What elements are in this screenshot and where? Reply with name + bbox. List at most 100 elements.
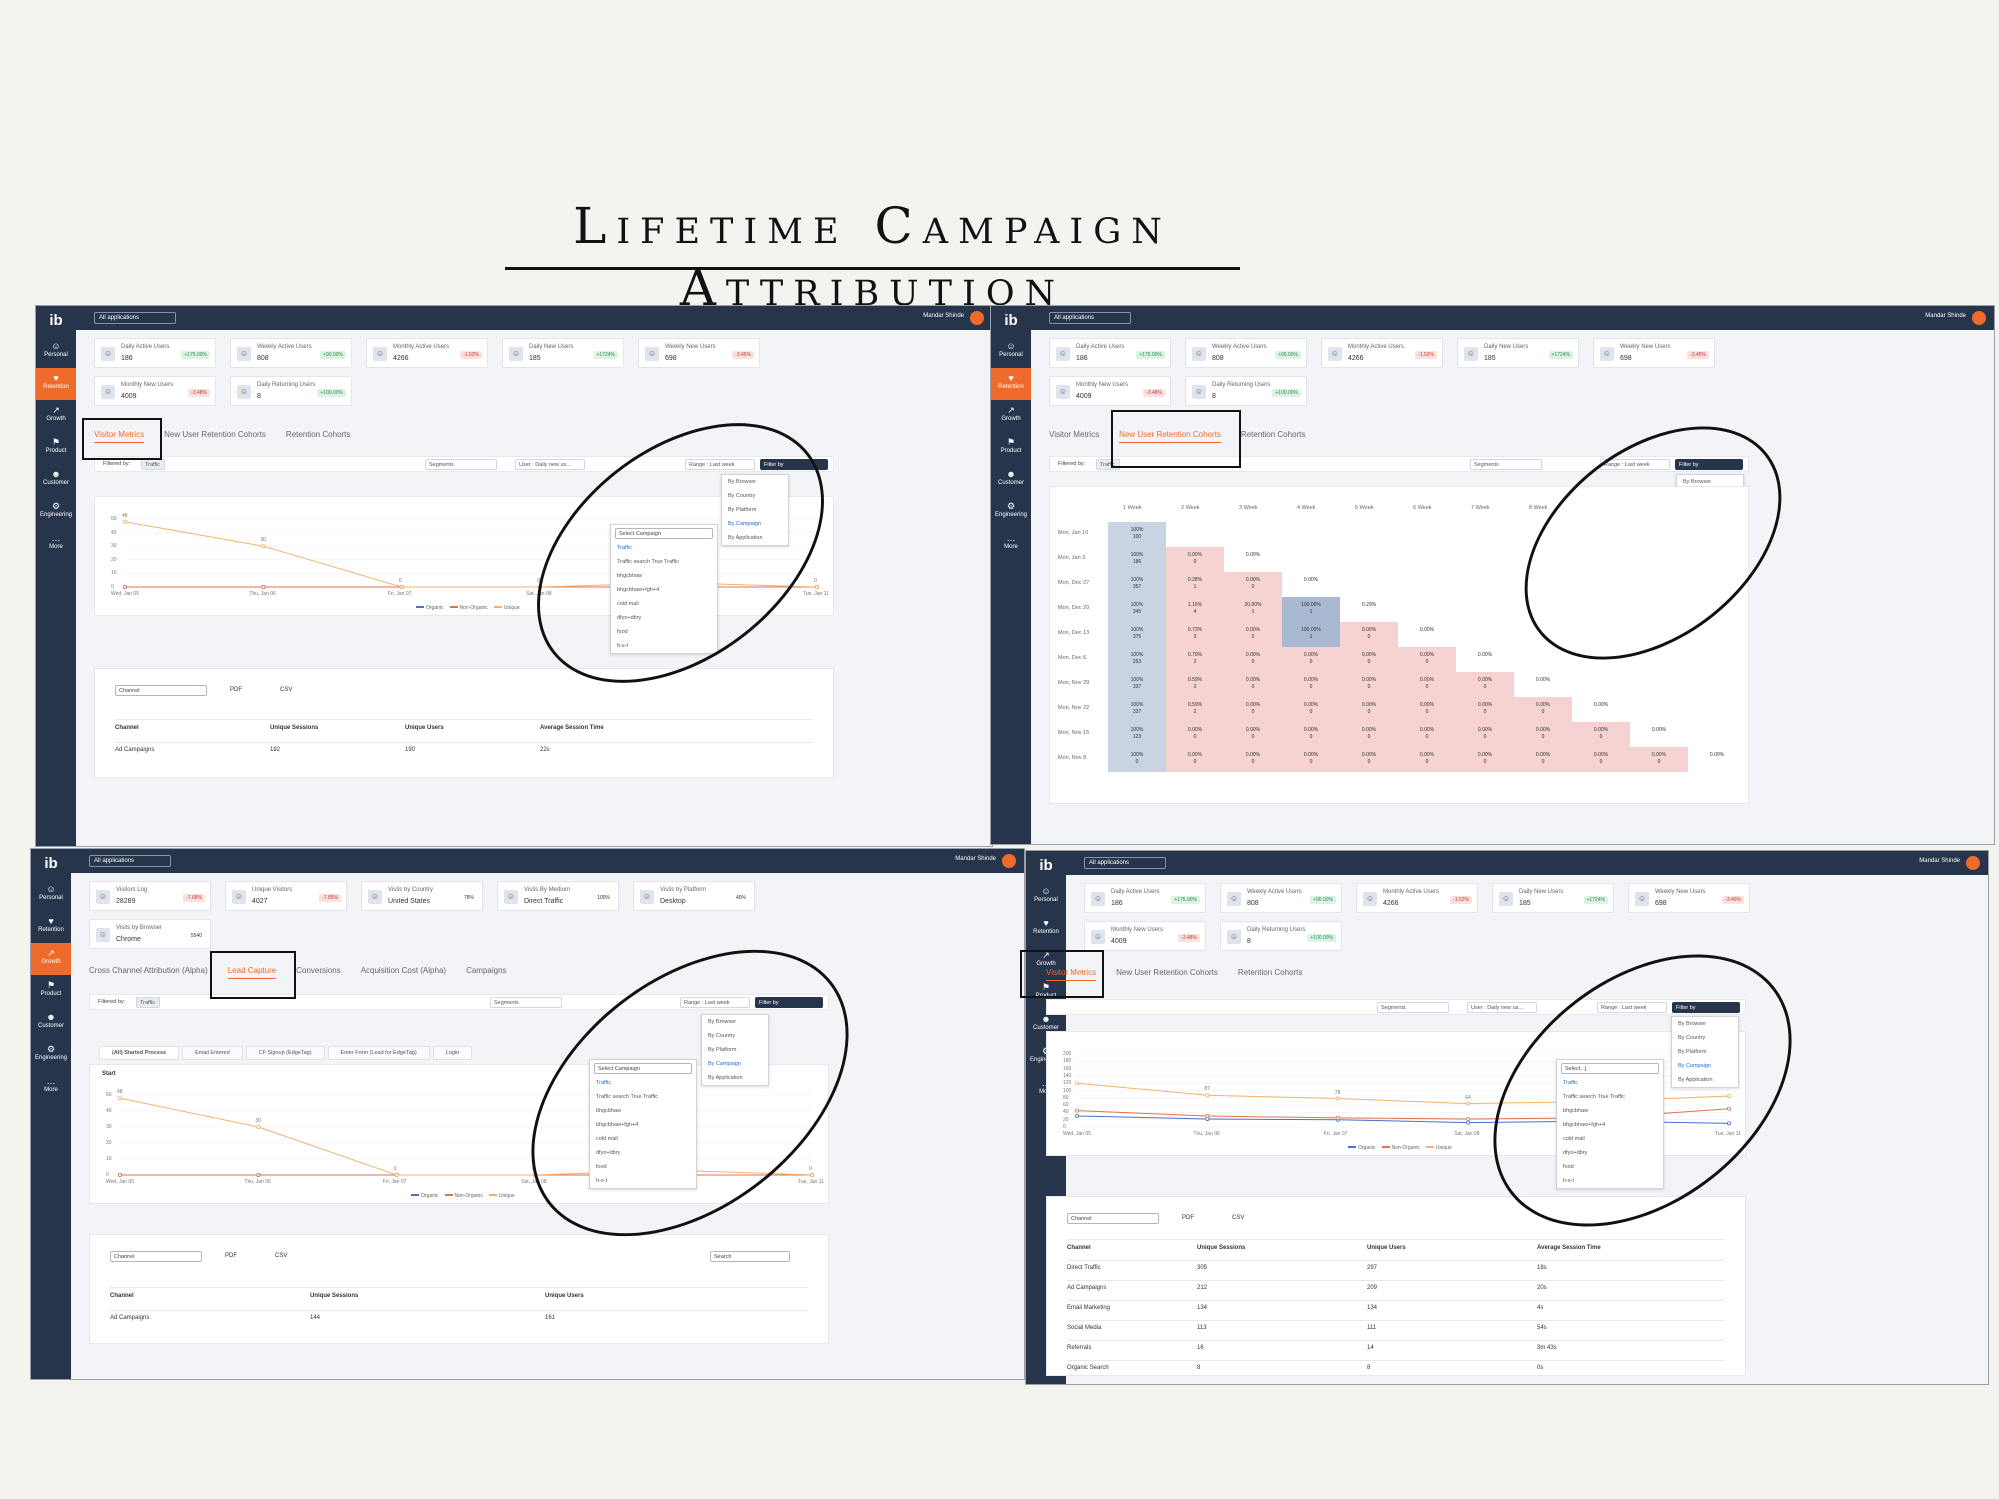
cohort-cell[interactable]: 0.00% 0	[1282, 672, 1340, 697]
cohort-cell[interactable]: 100% 186	[1108, 547, 1166, 572]
logo[interactable]: ib	[36, 306, 76, 336]
cohort-cell[interactable]: 100% 375	[1108, 622, 1166, 647]
csv-export-button[interactable]: CSV	[1232, 1215, 1244, 1221]
sidebar-item[interactable]: ♥ Retention	[36, 368, 76, 400]
sidebar-item[interactable]: ⚙Engineering	[36, 496, 76, 528]
cohort-cell[interactable]: 0.00% 0	[1398, 722, 1456, 747]
metric-card[interactable]: ☺ Daily New Users 185 +1724%	[1492, 883, 1614, 913]
metric-card[interactable]: ☺ Daily New Users 185 +1724%	[502, 338, 624, 368]
unique-point[interactable]	[1466, 1101, 1471, 1106]
non-organic-point[interactable]	[117, 1173, 122, 1178]
tab-new-user-retention-cohorts[interactable]: New User Retention Cohorts	[164, 430, 266, 442]
cohort-cell[interactable]: 0.00%	[1630, 722, 1688, 747]
cohort-cell[interactable]: 0.59% 2	[1166, 697, 1224, 722]
sidebar-item[interactable]: ☺ Personal	[991, 336, 1031, 368]
cohort-cell[interactable]: 100% 123	[1108, 722, 1166, 747]
cohort-cell[interactable]: 0.79% 2	[1166, 647, 1224, 672]
unique-point[interactable]	[1074, 1081, 1079, 1086]
metric-card[interactable]: ☺ Weekly Active Users 808 +90.00%	[230, 338, 352, 368]
column-header[interactable]: Average Session Time	[1537, 1245, 1601, 1251]
cohort-cell[interactable]: 100% 357	[1108, 572, 1166, 597]
pdf-export-button[interactable]: PDF	[230, 687, 242, 693]
app-select[interactable]: All applications	[1049, 312, 1131, 324]
legend-label[interactable]: Organic	[1358, 1145, 1376, 1151]
cohort-cell[interactable]: 0.00% 0	[1282, 647, 1340, 672]
tab-new-user-retention-cohorts[interactable]: New User Retention Cohorts	[1116, 968, 1218, 980]
non-organic-point[interactable]	[256, 1173, 261, 1178]
csv-export-button[interactable]: CSV	[275, 1253, 287, 1259]
segments-select[interactable]: Segments	[1377, 1002, 1449, 1013]
table-search-input[interactable]: Search	[710, 1251, 790, 1262]
non-organic-point[interactable]	[1074, 1108, 1079, 1113]
cohort-cell[interactable]: 0.00% 0	[1340, 672, 1398, 697]
column-header[interactable]: Channel	[110, 1293, 134, 1299]
unique-point[interactable]	[399, 585, 404, 590]
metric-card[interactable]: ☺ Daily Active Users 186 +175.00%	[1084, 883, 1206, 913]
sidebar-item[interactable]: …More	[31, 1071, 71, 1103]
sidebar-item[interactable]: ↗ Growth	[991, 400, 1031, 432]
cohort-cell[interactable]: 0.00%	[1398, 622, 1456, 647]
tab-campaigns[interactable]: Campaigns	[466, 966, 506, 978]
cohort-cell[interactable]: 0.59% 2	[1166, 672, 1224, 697]
sidebar-item[interactable]: ⚙Engineering	[31, 1039, 71, 1071]
unique-point[interactable]	[256, 1125, 261, 1130]
cohort-cell[interactable]: 0.73% 3	[1166, 622, 1224, 647]
metric-card[interactable]: ☺ Visitors Log 28289 -7.68%	[89, 881, 211, 911]
logo[interactable]: ib	[1026, 851, 1066, 881]
column-header[interactable]: Channel	[1067, 1245, 1091, 1251]
tab-conversions[interactable]: Conversions	[296, 966, 340, 978]
cohort-cell[interactable]: 100% 0	[1108, 747, 1166, 772]
sidebar-item[interactable]: ☺ Personal	[36, 336, 76, 368]
cohort-cell[interactable]: 0.00% 0	[1166, 547, 1224, 572]
metric-card[interactable]: ☺ Daily Returning Users 8 +100.00%	[1220, 921, 1342, 951]
sidebar-item[interactable]: ⚑ Product	[31, 975, 71, 1007]
legend-label[interactable]: Organic	[421, 1193, 439, 1199]
non-organic-point[interactable]	[1335, 1115, 1340, 1120]
unique-point[interactable]	[815, 585, 820, 590]
sidebar-item[interactable]: ♥ Retention	[1026, 913, 1066, 945]
sidebar-item[interactable]: ↗ Growth	[31, 943, 71, 975]
unique-point[interactable]	[1205, 1093, 1210, 1098]
cohort-cell[interactable]: 100% 337	[1108, 672, 1166, 697]
cohort-cell[interactable]: 0.00%	[1688, 747, 1746, 772]
cohort-cell[interactable]: 0.00% 0	[1224, 572, 1282, 597]
cohort-cell[interactable]: 0.28% 1	[1166, 572, 1224, 597]
cohort-cell[interactable]: 0.00% 0	[1224, 697, 1282, 722]
cohort-cell[interactable]: 0.00%	[1224, 547, 1282, 572]
column-header[interactable]: Unique Users	[405, 725, 444, 731]
sidebar-item[interactable]: ⚙Engineering	[991, 496, 1031, 528]
metric-card[interactable]: ☺ Monthly New Users 4009 -3.48%	[1084, 921, 1206, 951]
cohort-cell[interactable]: 0.00% 0	[1572, 747, 1630, 772]
organic-point[interactable]	[1074, 1114, 1079, 1119]
organic-point[interactable]	[1466, 1120, 1471, 1125]
unique-point[interactable]	[394, 1173, 399, 1178]
sidebar-item[interactable]: ↗ Growth	[36, 400, 76, 432]
pdf-export-button[interactable]: PDF	[1182, 1215, 1194, 1221]
metric-card[interactable]: ☺ Daily Active Users 186 +175.00%	[1049, 338, 1171, 368]
user-select[interactable]: User : Daily new us...	[515, 459, 585, 470]
logo[interactable]: ib	[991, 306, 1031, 336]
cohort-cell[interactable]: 0.00% 0	[1282, 747, 1340, 772]
funnel-step-tab[interactable]: Email Entered	[182, 1046, 243, 1060]
cohort-cell[interactable]: 0.00% 0	[1340, 697, 1398, 722]
cohort-cell[interactable]: 0.00% 0	[1224, 722, 1282, 747]
cohort-cell[interactable]: 0.00% 0	[1340, 747, 1398, 772]
avatar[interactable]	[1002, 854, 1016, 868]
cohort-cell[interactable]: 0.00% 0	[1514, 697, 1572, 722]
csv-export-button[interactable]: CSV	[280, 687, 292, 693]
cohort-cell[interactable]: 0.00% 0	[1630, 747, 1688, 772]
sidebar-item[interactable]: ♥ Retention	[991, 368, 1031, 400]
cohort-cell[interactable]: 0.00%	[1572, 697, 1630, 722]
sidebar-item[interactable]: …More	[991, 528, 1031, 560]
legend-label[interactable]: Unique	[1436, 1145, 1452, 1151]
sidebar-item[interactable]: ♥ Retention	[31, 911, 71, 943]
metric-card[interactable]: ☺ Visits by Browser Chrome 5540	[89, 919, 211, 949]
metric-card[interactable]: ☺ Daily Active Users 186 +175.00%	[94, 338, 216, 368]
channel-select[interactable]: Channel	[1067, 1213, 1159, 1224]
cohort-cell[interactable]: 1.16% 4	[1166, 597, 1224, 622]
legend-label[interactable]: Unique	[504, 605, 520, 611]
unique-point[interactable]	[810, 1173, 815, 1178]
funnel-step-tab[interactable]: Login	[432, 1046, 473, 1060]
user-name[interactable]: Mandar Shinde	[923, 313, 964, 319]
non-organic-point[interactable]	[1466, 1116, 1471, 1121]
